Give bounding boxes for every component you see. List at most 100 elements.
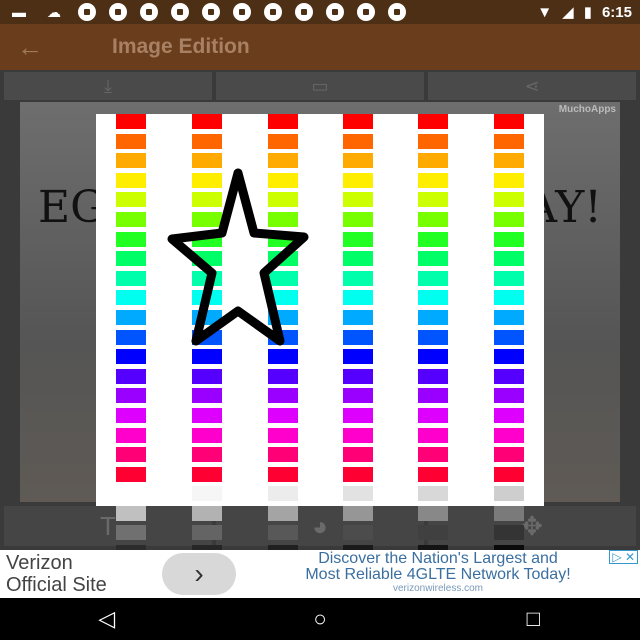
color-swatch[interactable] [192,447,222,463]
color-swatch[interactable] [343,466,373,482]
color-swatch[interactable] [192,427,222,443]
color-swatch[interactable] [116,114,146,129]
color-swatch[interactable] [494,270,524,286]
color-swatch[interactable] [192,407,222,423]
color-swatch[interactable] [116,309,146,325]
color-swatch[interactable] [268,466,298,482]
color-swatch[interactable] [116,211,146,227]
color-swatch[interactable] [116,447,146,463]
color-swatch[interactable] [268,114,298,129]
color-swatch[interactable] [494,466,524,482]
color-swatch[interactable] [494,133,524,149]
color-swatch[interactable] [343,329,373,345]
gray-swatch[interactable] [343,486,373,502]
color-swatch[interactable] [418,309,448,325]
color-swatch[interactable] [418,329,448,345]
color-swatch[interactable] [494,407,524,423]
color-swatch[interactable] [418,388,448,404]
color-swatch[interactable] [343,192,373,208]
color-swatch[interactable] [494,251,524,267]
color-swatch[interactable] [343,349,373,365]
color-swatch[interactable] [494,388,524,404]
color-tool-button[interactable]: ◕ [216,506,424,546]
color-swatch[interactable] [494,231,524,247]
color-swatch[interactable] [418,114,448,129]
color-swatch[interactable] [116,427,146,443]
color-swatch[interactable] [268,407,298,423]
color-swatch[interactable] [268,447,298,463]
color-swatch[interactable] [116,466,146,482]
nav-recents-button[interactable]: □ [503,599,563,639]
color-swatch[interactable] [418,466,448,482]
color-swatch[interactable] [418,251,448,267]
color-swatch[interactable] [494,427,524,443]
color-swatch[interactable] [192,114,222,129]
add-image-button[interactable]: ▭ [216,72,424,100]
color-swatch[interactable] [343,133,373,149]
color-swatch[interactable] [116,349,146,365]
gray-swatch[interactable] [268,486,298,502]
ad-open-button[interactable]: › [162,553,236,595]
gray-swatch[interactable] [418,505,448,521]
download-button[interactable]: ⤓ [4,72,212,100]
back-arrow-icon[interactable]: ← [0,24,60,70]
color-swatch[interactable] [116,172,146,188]
color-swatch[interactable] [418,231,448,247]
color-swatch[interactable] [418,211,448,227]
gray-swatch[interactable] [418,486,448,502]
color-swatch[interactable] [418,349,448,365]
color-swatch[interactable] [343,172,373,188]
color-swatch[interactable] [343,231,373,247]
color-swatch[interactable] [418,172,448,188]
color-swatch[interactable] [116,270,146,286]
color-swatch[interactable] [494,290,524,306]
color-swatch[interactable] [192,466,222,482]
color-swatch[interactable] [268,368,298,384]
gray-swatch[interactable] [494,486,524,502]
color-swatch[interactable] [116,251,146,267]
color-swatch[interactable] [343,153,373,169]
color-swatch[interactable] [116,133,146,149]
color-swatch[interactable] [116,231,146,247]
gray-swatch[interactable] [494,525,524,541]
color-swatch[interactable] [116,290,146,306]
color-swatch[interactable] [494,349,524,365]
color-swatch[interactable] [494,114,524,129]
gray-swatch[interactable] [192,486,222,502]
color-swatch[interactable] [494,172,524,188]
color-swatch[interactable] [343,114,373,129]
color-swatch[interactable] [268,388,298,404]
color-swatch[interactable] [192,388,222,404]
ad-close-icon[interactable]: ▷ ✕ [609,550,638,564]
color-swatch[interactable] [418,192,448,208]
color-swatch[interactable] [343,368,373,384]
text-tool-button[interactable]: T [4,506,212,546]
color-swatch[interactable] [268,133,298,149]
color-swatch[interactable] [116,329,146,345]
color-swatch[interactable] [343,427,373,443]
gray-swatch[interactable] [418,525,448,541]
gray-swatch[interactable] [268,525,298,541]
gray-swatch[interactable] [192,505,222,521]
gray-swatch[interactable] [343,505,373,521]
color-swatch[interactable] [343,211,373,227]
color-swatch[interactable] [343,251,373,267]
color-swatch[interactable] [418,290,448,306]
color-swatch[interactable] [418,427,448,443]
color-swatch[interactable] [116,407,146,423]
color-swatch[interactable] [418,368,448,384]
color-swatch[interactable] [418,407,448,423]
color-swatch[interactable] [116,368,146,384]
ad-banner[interactable]: Verizon Official Site › Discover the Nat… [0,550,640,598]
color-swatch[interactable] [343,388,373,404]
color-swatch[interactable] [494,447,524,463]
gray-swatch[interactable] [494,505,524,521]
color-swatch[interactable] [343,309,373,325]
color-swatch[interactable] [418,270,448,286]
color-swatch[interactable] [192,368,222,384]
gray-swatch[interactable] [116,486,146,502]
share-button[interactable]: ⋖ [428,72,636,100]
color-swatch[interactable] [494,309,524,325]
color-swatch[interactable] [494,368,524,384]
star-shape[interactable] [160,165,320,365]
